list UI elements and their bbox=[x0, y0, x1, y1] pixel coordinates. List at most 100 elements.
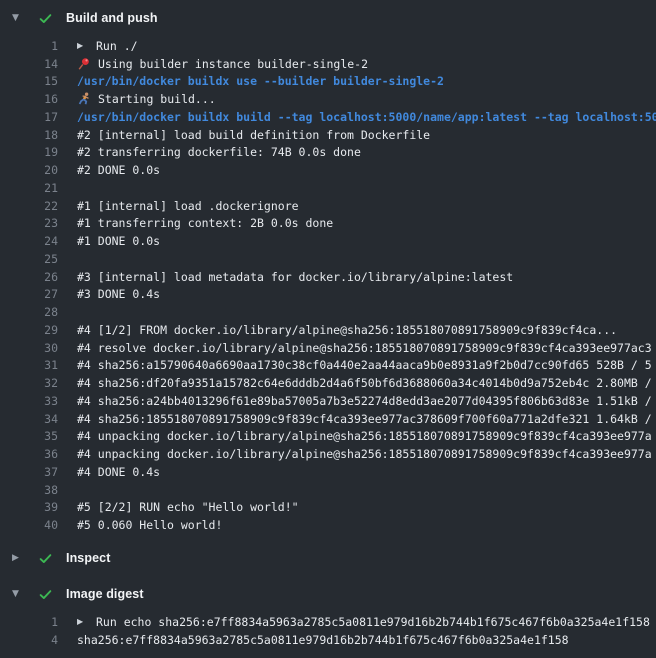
check-icon bbox=[38, 586, 54, 602]
section-title: Image digest bbox=[66, 587, 144, 601]
log-line: 21 bbox=[0, 179, 656, 197]
check-icon bbox=[38, 550, 54, 566]
line-text: #4 sha256:185518070891758909c9f839cf4ca3… bbox=[77, 412, 652, 426]
line-text: #1 transferring context: 2B 0.0s done bbox=[77, 216, 333, 230]
line-body: ▶Run ./ bbox=[77, 39, 656, 53]
log-line: 26 #3 [internal] load metadata for docke… bbox=[0, 268, 656, 286]
line-number[interactable]: 16 bbox=[0, 92, 58, 106]
line-number[interactable]: 31 bbox=[0, 358, 58, 372]
line-text: sha256:e7ff8834a5963a2785c5a0811e979d16b… bbox=[77, 633, 569, 647]
line-text: #4 sha256:df20fa9351a15782c64e6dddb2d4a6… bbox=[77, 376, 652, 390]
line-number[interactable]: 17 bbox=[0, 110, 58, 124]
line-number[interactable]: 28 bbox=[0, 305, 58, 319]
log-section: ▼ Image digest 1 ▶ Run echo sha256:e7ff88… bbox=[0, 576, 656, 655]
line-number[interactable]: 20 bbox=[0, 163, 58, 177]
line-number[interactable]: 18 bbox=[0, 128, 58, 142]
check-icon bbox=[38, 10, 54, 26]
line-number[interactable]: 30 bbox=[0, 341, 58, 355]
line-body: #4 resolve docker.io/library/alpine@sha2… bbox=[77, 341, 656, 355]
line-number[interactable]: 4 bbox=[0, 633, 58, 647]
line-text: /usr/bin/docker buildx build --tag local… bbox=[77, 110, 656, 124]
line-text: #4 unpacking docker.io/library/alpine@sh… bbox=[77, 447, 652, 461]
log-line: 34 #4 sha256:185518070891758909c9f839cf4… bbox=[0, 410, 656, 428]
line-text: #4 [1/2] FROM docker.io/library/alpine@s… bbox=[77, 323, 617, 337]
log-line: 17 /usr/bin/docker buildx build --tag lo… bbox=[0, 108, 656, 126]
expand-step-toggle[interactable]: ▶ bbox=[77, 41, 89, 50]
log-line: 39 #5 [2/2] RUN echo "Hello world!" bbox=[0, 499, 656, 517]
log-line: 27 #3 DONE 0.4s bbox=[0, 286, 656, 304]
workflow-log: ▼ Build and push 1 ▶Run ./ 14 Using buil… bbox=[0, 0, 656, 658]
line-number[interactable]: 37 bbox=[0, 465, 58, 479]
line-number[interactable]: 39 bbox=[0, 500, 58, 514]
line-number[interactable]: 32 bbox=[0, 376, 58, 390]
line-number[interactable]: 1 bbox=[0, 39, 58, 53]
line-body: #1 DONE 0.0s bbox=[77, 234, 656, 248]
line-number[interactable]: 33 bbox=[0, 394, 58, 408]
line-body: #4 DONE 0.4s bbox=[77, 465, 656, 479]
expand-step-toggle[interactable]: ▶ bbox=[77, 617, 89, 626]
log-line: 22 #1 [internal] load .dockerignore bbox=[0, 197, 656, 215]
line-body: #4 sha256:a24bb4013296f61e89ba57005a7b3e… bbox=[77, 394, 656, 408]
log-line: 20 #2 DONE 0.0s bbox=[0, 161, 656, 179]
line-text: #4 unpacking docker.io/library/alpine@sh… bbox=[77, 429, 652, 443]
line-number[interactable]: 38 bbox=[0, 483, 58, 497]
line-number[interactable]: 24 bbox=[0, 234, 58, 248]
log-line: 23 #1 transferring context: 2B 0.0s done bbox=[0, 215, 656, 233]
line-number[interactable]: 35 bbox=[0, 429, 58, 443]
chevron-down-icon[interactable]: ▼ bbox=[12, 590, 38, 599]
log-line: 16 Starting build... bbox=[0, 90, 656, 108]
line-number[interactable]: 25 bbox=[0, 252, 58, 266]
pushpin-icon bbox=[77, 57, 91, 71]
line-number[interactable]: 23 bbox=[0, 216, 58, 230]
line-number[interactable]: 36 bbox=[0, 447, 58, 461]
line-number[interactable]: 22 bbox=[0, 199, 58, 213]
section-header-inspect[interactable]: ▶ Inspect bbox=[0, 540, 656, 576]
line-number[interactable]: 14 bbox=[0, 57, 58, 71]
line-text: #4 DONE 0.4s bbox=[77, 465, 160, 479]
chevron-right-icon[interactable]: ▶ bbox=[12, 554, 38, 563]
line-number[interactable]: 15 bbox=[0, 74, 58, 88]
line-number[interactable]: 21 bbox=[0, 181, 58, 195]
line-body: #4 unpacking docker.io/library/alpine@sh… bbox=[77, 447, 656, 461]
line-text: #1 [internal] load .dockerignore bbox=[77, 199, 299, 213]
line-number[interactable]: 40 bbox=[0, 518, 58, 532]
line-body: Starting build... bbox=[77, 92, 656, 106]
line-text: #4 sha256:a15790640a6690aa1730c38cf0a440… bbox=[77, 358, 652, 372]
line-body: #4 sha256:df20fa9351a15782c64e6dddb2d4a6… bbox=[77, 376, 656, 390]
line-body: #2 transferring dockerfile: 74B 0.0s don… bbox=[77, 145, 656, 159]
line-body: #4 [1/2] FROM docker.io/library/alpine@s… bbox=[77, 323, 656, 337]
line-number[interactable]: 29 bbox=[0, 323, 58, 337]
log-line: 36 #4 unpacking docker.io/library/alpine… bbox=[0, 445, 656, 463]
log-line: 24 #1 DONE 0.0s bbox=[0, 232, 656, 250]
line-number[interactable]: 1 bbox=[0, 615, 58, 629]
line-number[interactable]: 19 bbox=[0, 145, 58, 159]
line-body: #1 [internal] load .dockerignore bbox=[77, 199, 656, 213]
log-line: 40 #5 0.060 Hello world! bbox=[0, 516, 656, 534]
line-text: #2 [internal] load build definition from… bbox=[77, 128, 430, 142]
line-text: #5 [2/2] RUN echo "Hello world!" bbox=[77, 500, 299, 514]
log-line: 32 #4 sha256:df20fa9351a15782c64e6dddb2d… bbox=[0, 374, 656, 392]
line-text: #2 DONE 0.0s bbox=[77, 163, 160, 177]
section-header-image-digest[interactable]: ▼ Image digest bbox=[0, 576, 656, 612]
line-text: #4 resolve docker.io/library/alpine@sha2… bbox=[77, 341, 652, 355]
line-number[interactable]: 27 bbox=[0, 287, 58, 301]
section-header-build-and-push[interactable]: ▼ Build and push bbox=[0, 0, 656, 36]
log-line: 28 bbox=[0, 303, 656, 321]
line-number[interactable]: 26 bbox=[0, 270, 58, 284]
line-body: /usr/bin/docker buildx build --tag local… bbox=[77, 110, 656, 124]
log-line: 29 #4 [1/2] FROM docker.io/library/alpin… bbox=[0, 321, 656, 339]
line-text: #5 0.060 Hello world! bbox=[77, 518, 222, 532]
line-body: #2 [internal] load build definition from… bbox=[77, 128, 656, 142]
line-number[interactable]: 34 bbox=[0, 412, 58, 426]
log-line: 30 #4 resolve docker.io/library/alpine@s… bbox=[0, 339, 656, 357]
log-line: 25 bbox=[0, 250, 656, 268]
line-text: Starting build... bbox=[98, 92, 216, 106]
line-body: #4 sha256:a15790640a6690aa1730c38cf0a440… bbox=[77, 358, 656, 372]
line-text: Using builder instance builder-single-2 bbox=[98, 57, 368, 71]
chevron-down-icon[interactable]: ▼ bbox=[12, 14, 38, 23]
line-text: Run echo sha256:e7ff8834a5963a2785c5a081… bbox=[96, 615, 650, 629]
log-line: 4 sha256:e7ff8834a5963a2785c5a0811e979d1… bbox=[0, 631, 656, 649]
log-line: 35 #4 unpacking docker.io/library/alpine… bbox=[0, 428, 656, 446]
log-line: 18 #2 [internal] load build definition f… bbox=[0, 126, 656, 144]
log-line: 15 /usr/bin/docker buildx use --builder … bbox=[0, 73, 656, 91]
